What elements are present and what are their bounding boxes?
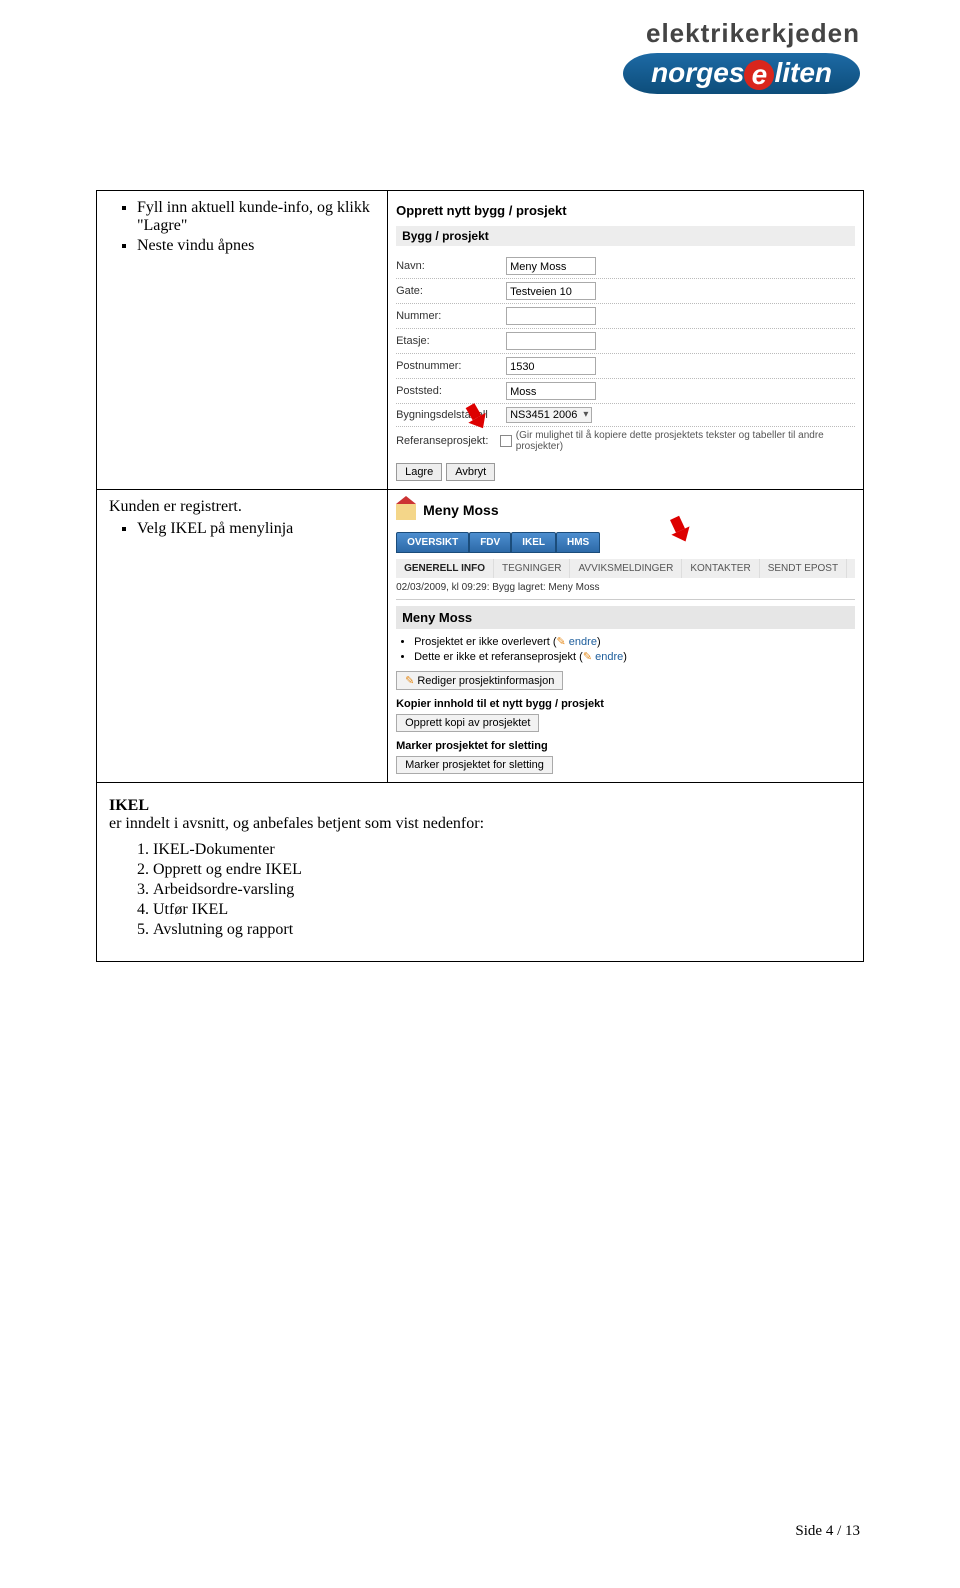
section-copy-heading: Kopier innhold til et nytt bygg / prosje… xyxy=(396,698,855,710)
edit-icon: ✎ xyxy=(557,636,566,648)
label-referanse: Referanseprosjekt: xyxy=(396,435,500,447)
status-line: 02/03/2009, kl 09:29: Bygg lagret: Meny … xyxy=(396,578,855,600)
opprett-kopi-button[interactable]: Opprett kopi av prosjektet xyxy=(396,714,539,732)
subtab-generell-info[interactable]: GENERELL INFO xyxy=(396,559,494,578)
tab-ikel[interactable]: IKEL xyxy=(511,532,556,553)
nummer-field[interactable] xyxy=(506,307,596,325)
endre-link[interactable]: endre xyxy=(595,651,623,663)
list-item: Avslutning og rapport xyxy=(153,921,851,939)
poststed-field[interactable]: Moss xyxy=(506,382,596,400)
logo-text-bottom: norgeseliten xyxy=(623,53,860,94)
form-section-header: Bygg / prosjekt xyxy=(396,226,855,246)
label-gate: Gate: xyxy=(396,285,506,297)
table-row: Kunden er registrert. Velg IKEL på menyl… xyxy=(97,490,863,783)
tab-oversikt[interactable]: OVERSIKT xyxy=(396,532,469,553)
logo-text-top: elektrikerkjeden xyxy=(623,18,860,49)
label-poststed: Poststed: xyxy=(396,385,506,397)
project-title: Meny Moss xyxy=(423,502,498,518)
list-item: Utfør IKEL xyxy=(153,901,851,919)
page-footer: Side 4 / 13 xyxy=(795,1523,860,1540)
subtab-sendt-epost[interactable]: SENDT EPOST xyxy=(760,559,847,578)
postnummer-field[interactable]: 1530 xyxy=(506,357,596,375)
brand-logo: elektrikerkjeden norgeseliten xyxy=(623,18,860,94)
form-title: Opprett nytt bygg / prosjekt xyxy=(396,203,855,218)
instruction-cell: IKEL er inndelt i avsnitt, og anbefales … xyxy=(97,783,863,961)
list-item: Prosjektet er ikke overlevert (✎ endre) xyxy=(414,635,855,648)
gate-field[interactable]: Testveien 10 xyxy=(506,282,596,300)
instruction-cell: Fyll inn aktuell kunde-info, og klikk "L… xyxy=(97,191,388,489)
list-item: Neste vindu åpnes xyxy=(137,237,375,255)
project-heading: Meny Moss xyxy=(396,606,855,629)
referanse-checkbox[interactable] xyxy=(500,435,511,447)
label-navn: Navn: xyxy=(396,260,506,272)
edit-icon: ✎ xyxy=(583,651,592,663)
tab-hms[interactable]: HMS xyxy=(556,532,600,553)
subtab-kontakter[interactable]: KONTAKTER xyxy=(682,559,759,578)
section-delete-heading: Marker prosjektet for sletting xyxy=(396,740,855,752)
table-row: IKEL er inndelt i avsnitt, og anbefales … xyxy=(97,783,863,961)
label-nummer: Nummer: xyxy=(396,310,506,322)
marker-sletting-button[interactable]: Marker prosjektet for sletting xyxy=(396,756,553,774)
delstabell-select[interactable]: NS3451 2006 xyxy=(506,407,592,423)
screenshot-cell: Opprett nytt bygg / prosjekt Bygg / pros… xyxy=(388,191,863,489)
label-postnummer: Postnummer: xyxy=(396,360,506,372)
house-icon xyxy=(396,504,416,520)
edit-icon: ✎ xyxy=(405,675,414,687)
avbryt-button[interactable]: Avbryt xyxy=(446,463,495,481)
list-item: Fyll inn aktuell kunde-info, og klikk "L… xyxy=(137,199,375,235)
logo-e-icon: e xyxy=(744,60,774,90)
table-row: Fyll inn aktuell kunde-info, og klikk "L… xyxy=(97,191,863,490)
endre-link[interactable]: endre xyxy=(569,636,597,648)
subtab-avviksmeldinger[interactable]: AVVIKSMELDINGER xyxy=(570,559,682,578)
section-title: IKEL xyxy=(109,797,149,814)
referanse-note: (Gir mulighet til å kopiere dette prosje… xyxy=(516,430,855,452)
list-item: Arbeidsordre-varsling xyxy=(153,881,851,899)
list-item: IKEL-Dokumenter xyxy=(153,841,851,859)
paragraph: Kunden er registrert. xyxy=(109,498,375,516)
list-item: Opprett og endre IKEL xyxy=(153,861,851,879)
lagre-button[interactable]: Lagre xyxy=(396,463,442,481)
navn-field[interactable]: Meny Moss xyxy=(506,257,596,275)
paragraph: er inndelt i avsnitt, og anbefales betje… xyxy=(109,815,851,833)
tab-fdv[interactable]: FDV xyxy=(469,532,511,553)
list-item: Dette er ikke et referanseprosjekt (✎ en… xyxy=(414,650,855,663)
list-item: Velg IKEL på menylinja xyxy=(137,520,375,538)
instruction-table: Fyll inn aktuell kunde-info, og klikk "L… xyxy=(96,190,864,962)
sub-tabs: GENERELL INFO TEGNINGER AVVIKSMELDINGER … xyxy=(396,559,855,578)
subtab-tegninger[interactable]: TEGNINGER xyxy=(494,559,570,578)
etasje-field[interactable] xyxy=(506,332,596,350)
instruction-cell: Kunden er registrert. Velg IKEL på menyl… xyxy=(97,490,388,782)
main-tabs: OVERSIKT FDV IKEL HMS xyxy=(396,532,855,553)
rediger-prosjekt-button[interactable]: ✎ Rediger prosjektinformasjon xyxy=(396,671,563,690)
label-etasje: Etasje: xyxy=(396,335,506,347)
screenshot-cell: Meny Moss OVERSIKT FDV IKEL HMS GENERELL… xyxy=(388,490,863,782)
